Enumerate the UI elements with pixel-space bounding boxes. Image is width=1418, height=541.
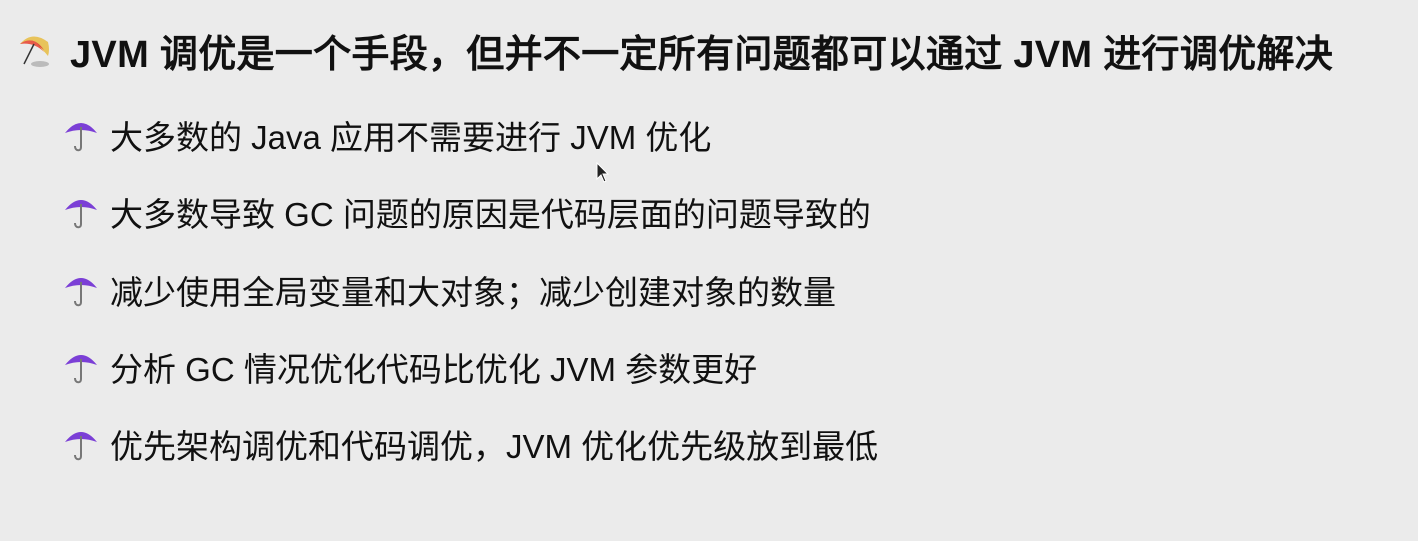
- item-text: 大多数的 Java 应用不需要进行 JVM 优化: [110, 119, 712, 156]
- list-item: 大多数的 Java 应用不需要进行 JVM 优化: [64, 110, 711, 160]
- mouse-cursor-icon: [596, 162, 610, 183]
- item-text: 分析 GC 情况优化代码比优化 JVM 参数更好: [110, 351, 758, 388]
- title-text: JVM 调优是一个手段，但并不一定所有问题都可以通过 JVM 进行调优解决: [70, 33, 1334, 76]
- item-text: 大多数导致 GC 问题的原因是代码层面的问题导致的: [110, 196, 871, 233]
- list-item: 减少使用全局变量和大对象；减少创建对象的数量: [64, 265, 836, 315]
- list-item: 优先架构调优和代码调优，JVM 优化优先级放到最低: [64, 419, 878, 469]
- item-text: 优先架构调优和代码调优，JVM 优化优先级放到最低: [110, 428, 879, 465]
- slide-title: JVM 调优是一个手段，但并不一定所有问题都可以通过 JVM 进行调优解决: [14, 22, 1333, 78]
- umbrella-icon: [65, 200, 97, 229]
- umbrella-icon: [65, 355, 97, 384]
- umbrella-icon: [65, 278, 97, 307]
- umbrella-icon: [65, 432, 97, 461]
- list-item: 分析 GC 情况优化代码比优化 JVM 参数更好: [64, 342, 757, 392]
- list-item: 大多数导致 GC 问题的原因是代码层面的问题导致的: [64, 187, 871, 237]
- beach-umbrella-icon: [20, 36, 49, 67]
- item-text: 减少使用全局变量和大对象；减少创建对象的数量: [110, 274, 836, 311]
- umbrella-icon: [65, 123, 97, 152]
